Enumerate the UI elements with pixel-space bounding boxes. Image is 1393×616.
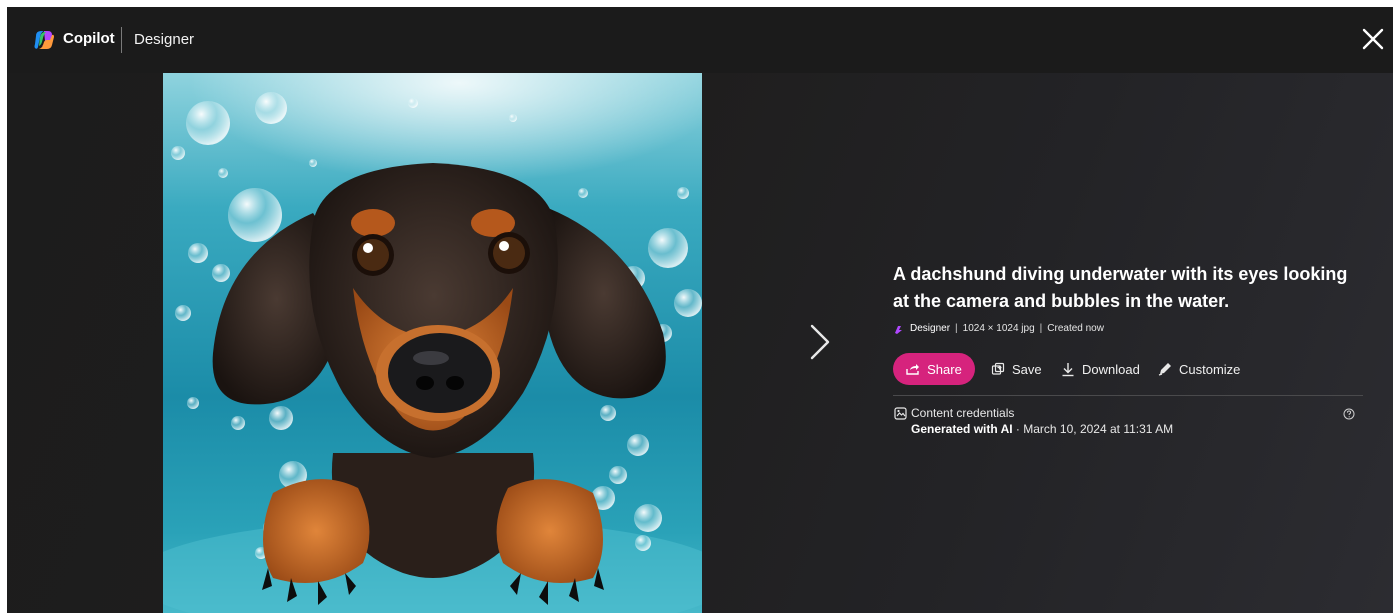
content-credentials-detail: Generated with AI · March 10, 2024 at 11…: [911, 422, 1173, 436]
download-icon: [1062, 362, 1074, 376]
save-label: Save: [1012, 361, 1042, 377]
image-meta: Designer | 1024 × 1024 jpg | Created now: [893, 322, 1104, 336]
brand-divider: [121, 27, 122, 53]
meta-separator: |: [955, 323, 958, 334]
brand-name: Copilot: [63, 30, 115, 47]
header-bar: Copilot Designer: [7, 7, 1393, 73]
meta-separator: |: [1039, 323, 1043, 334]
customize-pen-icon: [1158, 363, 1171, 376]
image-prompt-title: A dachshund diving underwater with its e…: [893, 264, 1348, 311]
dachshund-underwater-image: [163, 73, 702, 613]
content-credentials-icon: [894, 407, 907, 420]
meta-source: Designer: [910, 323, 951, 334]
save-button[interactable]: Save: [991, 353, 1042, 385]
copilot-logo-icon: [34, 31, 54, 49]
save-collection-icon: [991, 362, 1005, 375]
download-button[interactable]: Download: [1061, 353, 1140, 385]
customize-button[interactable]: Customize: [1158, 353, 1240, 385]
generated-image[interactable]: [163, 73, 702, 613]
generated-with-ai-label: Generated with AI: [911, 422, 1013, 436]
details-divider: [893, 395, 1363, 396]
next-image-chevron-icon[interactable]: [802, 320, 838, 364]
meta-created: Created now: [1047, 323, 1104, 334]
credentials-date: · March 10, 2024 at 11:31 AM: [1015, 422, 1174, 436]
content-credentials-label: Content credentials: [911, 406, 1015, 420]
share-icon: [906, 364, 920, 375]
share-button[interactable]: Share: [893, 353, 975, 385]
share-label: Share: [927, 361, 962, 377]
close-icon[interactable]: [1357, 23, 1389, 55]
designer-icon: [895, 325, 902, 334]
image-viewer-dialog: Copilot Designer A dachshund diving unde…: [7, 7, 1393, 613]
meta-dimensions: 1024 × 1024 jpg: [962, 323, 1035, 334]
product-name: Designer: [134, 31, 195, 48]
download-label: Download: [1082, 361, 1140, 377]
customize-label: Customize: [1179, 361, 1241, 377]
help-icon[interactable]: [1343, 408, 1355, 420]
